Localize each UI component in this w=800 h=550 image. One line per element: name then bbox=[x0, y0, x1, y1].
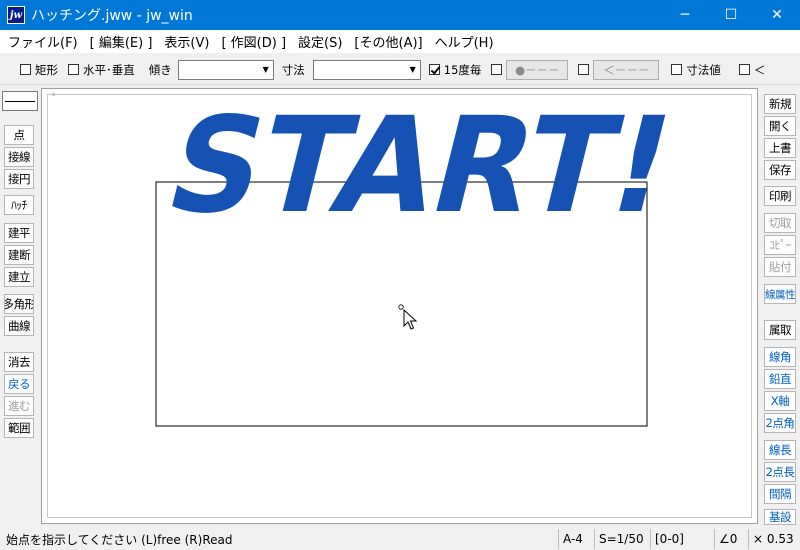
chevron-down-icon: ▼ bbox=[262, 65, 269, 74]
tool-hatch[interactable]: ﾊｯﾁ bbox=[4, 195, 34, 215]
tool-two-point-angle[interactable]: 2点角 bbox=[764, 413, 796, 433]
arrow-cursor-icon bbox=[403, 308, 418, 330]
tool-interval[interactable]: 間隔 bbox=[764, 484, 796, 504]
menu-view[interactable]: 表示(V) bbox=[158, 32, 215, 51]
arrow-checkbox[interactable] bbox=[578, 64, 590, 75]
menu-help[interactable]: ヘルプ(H) bbox=[429, 32, 500, 51]
minimize-button[interactable]: ─ bbox=[662, 0, 708, 30]
right-tool-palette: 新規 開く 上書 保存 印刷 切取 ｺﾋﾟｰ 貼付 線属性 属取 線角 鉛直 X… bbox=[758, 85, 800, 525]
menu-settings[interactable]: 設定(S) bbox=[292, 32, 348, 51]
angle-indicator[interactable]: ∠0 bbox=[714, 529, 748, 549]
scale-indicator[interactable]: S=1/50 bbox=[594, 529, 650, 549]
tool-cut[interactable]: 切取 bbox=[764, 213, 796, 233]
tool-base-setting[interactable]: 基設 bbox=[764, 509, 796, 525]
tool-tangent-circle[interactable]: 接円 bbox=[4, 169, 34, 189]
chevron-down-icon: ▼ bbox=[409, 65, 416, 74]
deg15-label: 15度毎 bbox=[443, 62, 482, 77]
drawing-canvas[interactable]: START! bbox=[41, 88, 758, 524]
paper-size[interactable]: A-4 bbox=[558, 529, 594, 549]
circle-line-button[interactable]: ●－－－ bbox=[506, 59, 569, 80]
deg15-toggle[interactable]: 15度毎 bbox=[428, 62, 482, 78]
tool-building-section[interactable]: 建断 bbox=[4, 245, 34, 265]
menu-bar: ファイル(F) [ 編集(E) ] 表示(V) [ 作図(D) ] 設定(S) … bbox=[0, 30, 800, 53]
tool-get-attribute[interactable]: 属取 bbox=[764, 320, 796, 340]
tool-two-point-length[interactable]: 2点長 bbox=[764, 462, 796, 482]
size-combo[interactable]: ▼ bbox=[312, 59, 421, 80]
status-bar: 始点を指示してください (L)free (R)Read A-4 S=1/50 [… bbox=[0, 528, 800, 550]
tool-polygon[interactable]: 多角形 bbox=[4, 294, 34, 314]
cursor-dot-icon bbox=[398, 304, 404, 310]
tool-redo[interactable]: 進む bbox=[4, 396, 34, 416]
deg15-checkbox[interactable] bbox=[428, 64, 440, 75]
tool-building-elevation[interactable]: 建立 bbox=[4, 267, 34, 287]
tilt-label: 傾き bbox=[148, 62, 172, 77]
tool-copy[interactable]: ｺﾋﾟｰ bbox=[764, 235, 796, 255]
tool-range[interactable]: 範囲 bbox=[4, 418, 34, 438]
tool-line-attribute[interactable]: 線属性 bbox=[764, 284, 796, 304]
canvas-drawing: START! bbox=[52, 89, 690, 427]
menu-other[interactable]: [その他(A)] bbox=[348, 32, 428, 51]
lt-label: ＜ bbox=[753, 62, 766, 77]
tool-paste[interactable]: 貼付 bbox=[764, 257, 796, 277]
tool-undo[interactable]: 戻る bbox=[4, 374, 34, 394]
tool-print[interactable]: 印刷 bbox=[764, 186, 796, 206]
dimval-toggle[interactable]: 寸法値 bbox=[671, 62, 721, 78]
hv-checkbox[interactable] bbox=[68, 64, 79, 75]
tool-erase[interactable]: 消去 bbox=[4, 352, 34, 372]
start-banner: START! bbox=[153, 89, 689, 242]
window-title: ハッチング.jww - jw_win bbox=[31, 8, 193, 24]
menu-edit[interactable]: [ 編集(E) ] bbox=[84, 32, 159, 51]
line-type-sample[interactable] bbox=[2, 91, 38, 111]
menu-draw[interactable]: [ 作図(D) ] bbox=[215, 32, 292, 51]
layer-indicator[interactable]: [0-0] bbox=[650, 529, 714, 549]
lt-checkbox[interactable] bbox=[738, 64, 750, 75]
tool-curve[interactable]: 曲線 bbox=[4, 316, 34, 336]
tool-building-plan[interactable]: 建平 bbox=[4, 223, 34, 243]
tool-point[interactable]: 点 bbox=[4, 125, 34, 145]
close-button[interactable]: ✕ bbox=[754, 0, 800, 30]
rect-label: 矩形 bbox=[35, 62, 58, 77]
hv-label: 水平･垂直 bbox=[83, 62, 135, 77]
origin-marker bbox=[52, 93, 55, 96]
tool-overwrite[interactable]: 上書 bbox=[764, 138, 796, 158]
tool-save[interactable]: 保存 bbox=[764, 160, 796, 180]
tool-line-length[interactable]: 線長 bbox=[764, 440, 796, 460]
maximize-button[interactable]: ☐ bbox=[708, 0, 754, 30]
lt-toggle[interactable]: ＜ bbox=[738, 62, 766, 78]
size-label: 寸法 bbox=[281, 62, 305, 77]
dimval-checkbox[interactable] bbox=[671, 64, 683, 75]
rect-toggle[interactable]: 矩形 bbox=[20, 62, 58, 78]
title-bar: jw ハッチング.jww - jw_win ─ ☐ ✕ bbox=[0, 0, 800, 30]
status-message: 始点を指示してください (L)free (R)Read bbox=[6, 532, 233, 547]
arrow-line-button[interactable]: ＜－－－ bbox=[593, 59, 660, 80]
tool-line-angle[interactable]: 線角 bbox=[764, 347, 796, 367]
start-text: START! bbox=[153, 89, 689, 242]
hv-toggle[interactable]: 水平･垂直 bbox=[68, 62, 135, 78]
menu-file[interactable]: ファイル(F) bbox=[2, 32, 84, 51]
app-icon[interactable]: jw bbox=[7, 6, 25, 24]
left-tool-palette: 点 接線 接円 ﾊｯﾁ 建平 建断 建立 多角形 曲線 消去 戻る 進む 範囲 bbox=[0, 85, 40, 525]
window-controls: ─ ☐ ✕ bbox=[662, 0, 800, 30]
dimval-label: 寸法値 bbox=[686, 62, 721, 77]
tool-x-axis[interactable]: X軸 bbox=[764, 391, 796, 411]
tool-new[interactable]: 新規 bbox=[764, 94, 796, 114]
mouse-cursor bbox=[398, 304, 418, 330]
tool-vertical[interactable]: 鉛直 bbox=[764, 369, 796, 389]
control-bar: 矩形 水平･垂直 傾き ▼ 寸法 ▼ 15度毎 ●－－－ ＜－－－ 寸法値 ＜ bbox=[0, 55, 800, 85]
tool-tangent[interactable]: 接線 bbox=[4, 147, 34, 167]
rect-checkbox[interactable] bbox=[20, 64, 31, 75]
zoom-indicator[interactable]: × 0.53 bbox=[748, 529, 800, 549]
tilt-combo[interactable]: ▼ bbox=[177, 59, 274, 80]
circle-checkbox[interactable] bbox=[491, 64, 503, 75]
tool-open[interactable]: 開く bbox=[764, 116, 796, 136]
